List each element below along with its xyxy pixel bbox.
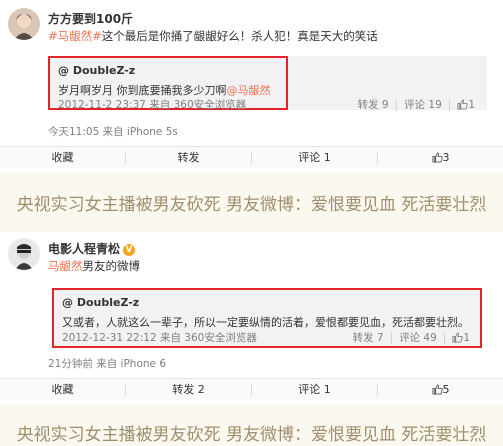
post-text: #马龈然#这个最后是你捅了龈龈好么！杀人犯！真是天大的笑话: [48, 28, 378, 44]
post-text-body: 男友的微博: [82, 259, 141, 273]
post-meta[interactable]: 今天11:05 来自 iPhone 5s: [48, 124, 178, 139]
caption-text: 央视实习女主播被男友砍死 男友微博：爱恨要见血 死活要壮烈: [16, 195, 487, 215]
author-name[interactable]: 电影人程青松 V: [48, 240, 136, 257]
thumbs-up-icon: [452, 332, 464, 343]
post-meta[interactable]: 21分钟前 来自 iPhone 6: [48, 356, 166, 371]
collect-button[interactable]: 收藏: [0, 379, 125, 401]
post-text-body: 这个最后是你捅了龈龈好么！杀人犯！真是天大的笑话: [101, 29, 378, 43]
quoted-repost-link[interactable]: 转发 9: [357, 99, 388, 111]
quoted-meta: 2012-11-2 23:37 来自 360安全浏览器: [58, 99, 247, 111]
repost-button[interactable]: 转发 2: [126, 379, 251, 401]
quoted-comment-link[interactable]: 评论 19: [404, 99, 442, 111]
author-name-text[interactable]: 电影人程青松: [48, 242, 120, 256]
action-bar: 收藏 转发 2 评论 1 5: [0, 378, 503, 400]
mention-link[interactable]: 马龈然: [48, 259, 83, 273]
quoted-username[interactable]: @ DoubleZ-z: [62, 296, 139, 309]
avatar[interactable]: [8, 8, 40, 40]
quoted-comment-link[interactable]: 评论 49: [399, 332, 437, 344]
comment-button[interactable]: 评论 1: [252, 147, 377, 169]
quoted-stats: 转发 7 | 评论 49 | 1: [352, 332, 470, 344]
mention-link[interactable]: @马龈然: [227, 84, 271, 97]
quoted-stats: 转发 9 | 评论 19 | 1: [357, 99, 475, 111]
weibo-post-2: 电影人程青松 V 马龈然男友的微博 @ DoubleZ-z 又或者，人就这么一辈子…: [0, 232, 503, 404]
quoted-post: @ DoubleZ-z 岁月啊岁月 你到底要捅我多少刀啊@马龈然 2012-11…: [48, 56, 288, 111]
action-bar: 收藏 转发 评论 1 3: [0, 146, 503, 168]
quoted-text-body: 岁月啊岁月 你到底要捅我多少刀啊: [58, 84, 227, 97]
quoted-repost-link[interactable]: 转发 7: [352, 332, 383, 344]
post-text: 马龈然男友的微博: [48, 258, 140, 274]
comment-button[interactable]: 评论 1: [252, 379, 377, 401]
author-name[interactable]: 方方要到100斤: [48, 10, 133, 27]
quoted-post: @ DoubleZ-z 又或者，人就这么一辈子，所以一定要纵情的活着，爱恨都要见…: [52, 288, 482, 348]
quoted-meta: 2012-12-31 22:12 来自 360安全浏览器: [62, 332, 257, 344]
hashtag-link[interactable]: #马龈然#: [48, 29, 102, 43]
weibo-post-1: 方方要到100斤 #马龈然#这个最后是你捅了龈龈好么！杀人犯！真是天大的笑话 @…: [0, 0, 503, 172]
quoted-like-link[interactable]: 1: [452, 332, 470, 344]
quoted-like-link[interactable]: 1: [457, 99, 475, 111]
quoted-stats-area: 转发 9 | 评论 19 | 1: [288, 56, 487, 111]
thumbs-up-icon: [431, 384, 443, 395]
avatar[interactable]: [8, 238, 40, 270]
caption-band: 央视实习女主播被男友砍死 男友微博：爱恨要见血 死活要壮烈: [0, 172, 503, 232]
quoted-text: 又或者，人就这么一辈子，所以一定要纵情的活着，爱恨都要见血，死活都要壮烈。: [62, 316, 469, 329]
repost-button[interactable]: 转发: [126, 147, 251, 169]
quoted-username[interactable]: @ DoubleZ-z: [58, 64, 135, 77]
caption-text: 央视实习女主播被男友砍死 男友微博：爱恨要见血 死活要壮烈: [16, 425, 487, 445]
thumbs-up-icon: [431, 152, 443, 163]
like-button[interactable]: 5: [378, 379, 503, 401]
thumbs-up-icon: [457, 99, 469, 110]
verified-badge-icon: V: [123, 244, 136, 256]
collect-button[interactable]: 收藏: [0, 147, 125, 169]
caption-band: 央视实习女主播被男友砍死 男友微博：爱恨要见血 死活要壮烈: [0, 404, 503, 446]
quoted-text: 岁月啊岁月 你到底要捅我多少刀啊@马龈然: [58, 82, 271, 98]
like-button[interactable]: 3: [378, 147, 503, 169]
